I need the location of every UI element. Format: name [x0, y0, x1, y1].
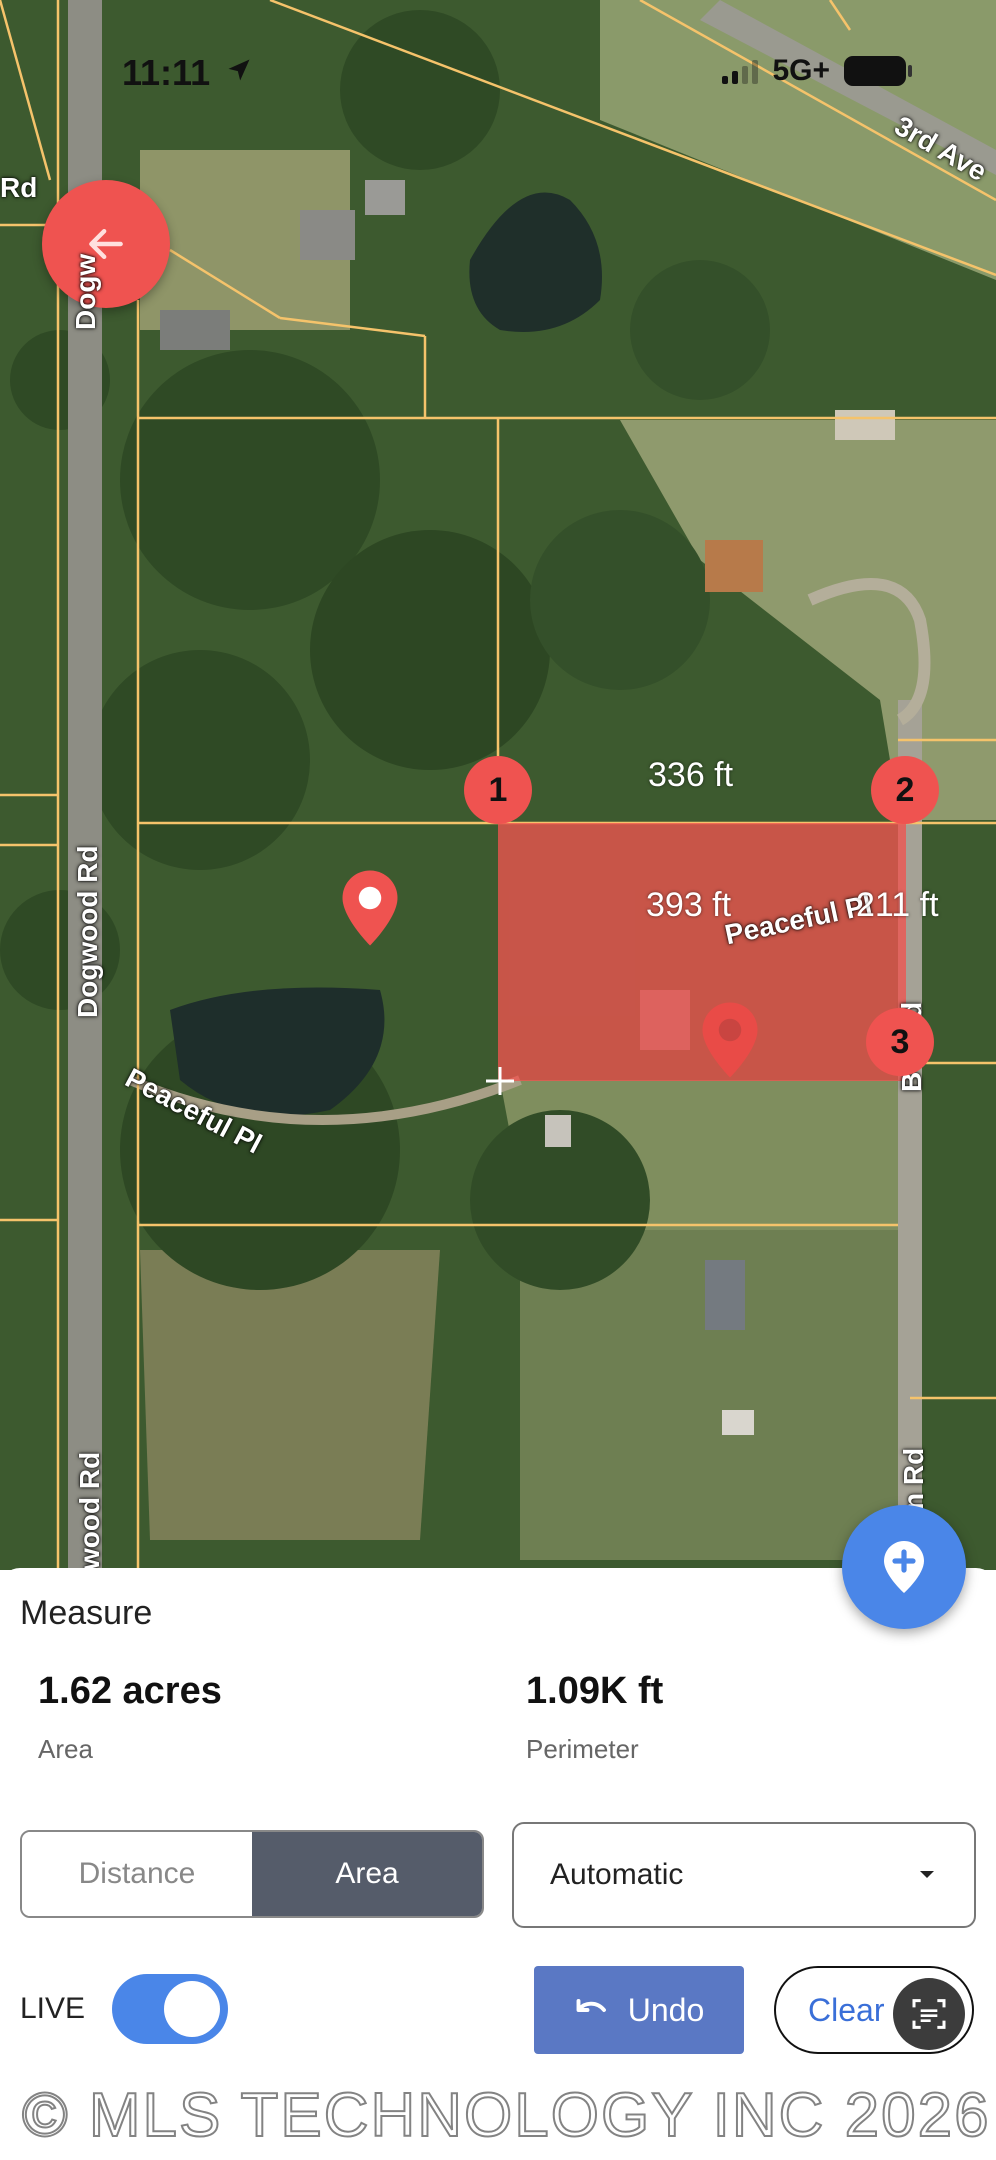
cellular-signal-icon	[722, 58, 759, 84]
live-label: LIVE	[20, 1992, 86, 2025]
copyright-watermark: © MLS TECHNOLOGY INC 2026	[21, 2080, 991, 2151]
units-select[interactable]: Automatic	[512, 1822, 976, 1928]
road-label: Dogwood Rd	[72, 845, 103, 1018]
edge-length-label: 393 ft	[646, 886, 732, 924]
status-time: 11:11	[122, 52, 211, 93]
battery-icon	[844, 56, 912, 86]
satellite-map[interactable]: 11:11 5G+ Rd Dogw 3rd Ave Dogwood Rd Pea…	[0, 0, 996, 1570]
edge-length-label: 336 ft	[648, 756, 734, 794]
back-button[interactable]	[42, 180, 170, 308]
road-label: wood Rd	[74, 1451, 105, 1570]
panel-title: Measure	[20, 1594, 153, 1632]
scan-text-icon	[912, 1999, 946, 2029]
units-select-value: Automatic	[550, 1858, 684, 1891]
measure-panel: Measure 1.62 acres Area 1.09K ft Perimet…	[0, 1568, 996, 2160]
tab-distance[interactable]: Distance	[22, 1832, 252, 1916]
vertex-marker-1[interactable]: 1	[464, 756, 532, 824]
caret-down-icon	[920, 1871, 934, 1878]
location-arrow-icon	[228, 59, 250, 81]
mode-toggle: Distance Area	[20, 1830, 484, 1918]
road-label: Dogw	[70, 253, 101, 330]
vertex-marker-2[interactable]: 2	[871, 756, 939, 824]
clear-label: Clear	[808, 1991, 885, 2028]
toggle-knob	[164, 1981, 220, 2037]
edge-length-label: 211 ft	[856, 886, 939, 924]
area-value: 1.62 acres	[38, 1670, 222, 1712]
network-type: 5G+	[772, 54, 830, 87]
scan-text-button[interactable]	[893, 1978, 965, 2050]
vertex-marker-3[interactable]: 3	[866, 1008, 934, 1076]
undo-arrow-icon	[576, 1999, 606, 2012]
area-label: Area	[38, 1734, 93, 1764]
add-location-icon	[884, 1541, 924, 1593]
road-label: n Rd	[898, 1447, 929, 1510]
undo-label: Undo	[627, 1991, 705, 2028]
location-pin-icon[interactable]	[700, 1000, 760, 1080]
perimeter-value: 1.09K ft	[526, 1670, 664, 1712]
status-indicators: 5G+	[722, 54, 912, 88]
live-toggle[interactable]	[112, 1974, 228, 2044]
add-location-button[interactable]	[842, 1505, 966, 1629]
tab-area[interactable]: Area	[252, 1832, 482, 1916]
road-label: Rd	[0, 172, 38, 203]
perimeter-label: Perimeter	[526, 1734, 639, 1764]
undo-button[interactable]: Undo	[534, 1966, 744, 2054]
location-pin-icon[interactable]	[340, 868, 400, 948]
